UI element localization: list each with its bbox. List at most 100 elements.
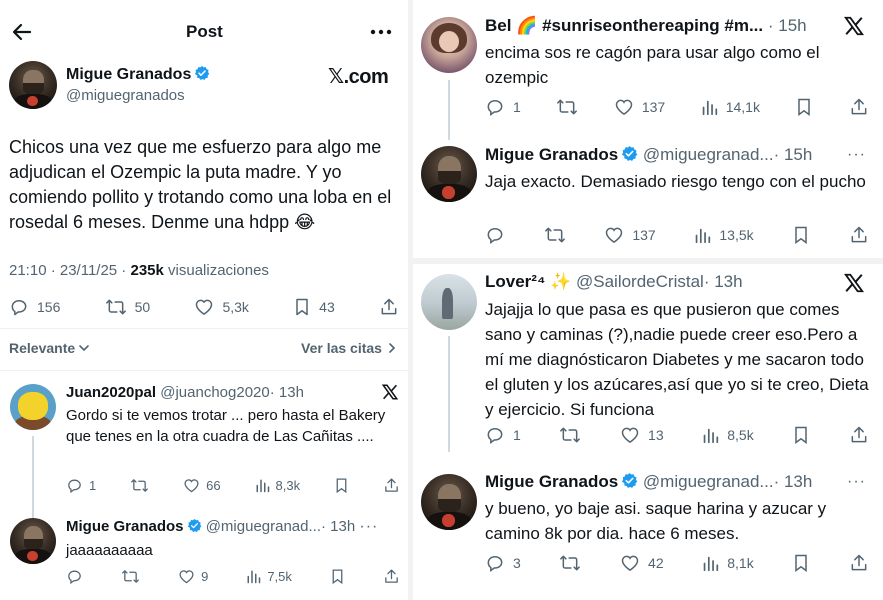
more-icon[interactable]: ··· xyxy=(847,146,866,164)
avatar[interactable] xyxy=(421,17,477,73)
views-button[interactable]: 13,5k xyxy=(694,227,754,244)
view-quotes-label: Ver las citas xyxy=(301,340,382,356)
more-icon[interactable]: ··· xyxy=(847,473,866,491)
reply-time[interactable]: · 15h xyxy=(774,145,813,164)
like-count: 137 xyxy=(632,227,656,243)
like-button[interactable]: 5,3k xyxy=(194,297,249,317)
reply-time[interactable]: · 15h xyxy=(768,16,807,35)
like-button[interactable]: 137 xyxy=(614,97,665,117)
more-icon[interactable]: ··· xyxy=(359,518,378,535)
reply-handle[interactable]: @SailordeCristal xyxy=(576,272,704,291)
post-actions: 156 50 5,3k 43 xyxy=(9,296,399,318)
like-button[interactable]: 137 xyxy=(604,225,656,245)
repost-icon xyxy=(130,477,149,494)
reply-time[interactable]: · 13h xyxy=(270,384,304,401)
reply-time[interactable]: · 13h xyxy=(321,518,355,535)
repost-button[interactable] xyxy=(130,477,149,494)
share-button[interactable] xyxy=(849,553,869,573)
repost-icon xyxy=(556,97,578,117)
bookmark-button[interactable] xyxy=(792,425,810,445)
views-count: 8,1k xyxy=(727,555,754,571)
reply-actions: 137 13,5k xyxy=(485,224,869,246)
reply-handle[interactable]: @miguegranad... xyxy=(206,518,321,535)
avatar[interactable] xyxy=(421,274,477,330)
reply-author[interactable]: Bel 🌈 #sunriseonthereaping #m... xyxy=(485,16,763,35)
view-quotes-link[interactable]: Ver las citas xyxy=(301,340,397,356)
avatar[interactable] xyxy=(10,384,56,430)
author-handle[interactable]: @miguegranados xyxy=(66,87,185,104)
reply-handle[interactable]: @miguegranad... xyxy=(643,472,774,491)
author-name[interactable]: Migue Granados xyxy=(66,66,191,83)
repost-button[interactable]: 50 xyxy=(105,297,150,317)
divider xyxy=(0,370,408,371)
like-button[interactable]: 13 xyxy=(620,425,664,445)
reply-item[interactable]: Juan2020pal @juanchog2020· 13h Gordo si … xyxy=(0,378,408,528)
x-brand-label: 𝕏.com xyxy=(328,66,389,88)
avatar[interactable] xyxy=(421,474,477,530)
repost-button[interactable] xyxy=(556,97,578,117)
reply-author[interactable]: Migue Granados xyxy=(485,472,618,491)
views-button[interactable]: 8,1k xyxy=(702,555,754,572)
repost-button[interactable] xyxy=(544,225,566,245)
reply-button[interactable]: 1 xyxy=(485,97,521,117)
views-count: 8,5k xyxy=(727,427,754,443)
avatar[interactable] xyxy=(10,518,56,564)
views-icon xyxy=(702,555,719,572)
bookmark-button[interactable] xyxy=(792,553,810,573)
reply-icon xyxy=(485,425,505,445)
share-button[interactable] xyxy=(383,477,400,494)
reply-icon xyxy=(9,297,29,317)
like-icon xyxy=(620,425,640,445)
reply-time[interactable]: · 13h xyxy=(774,472,813,491)
reply-handle[interactable]: @juanchog2020 xyxy=(160,384,269,401)
views-count: 13,5k xyxy=(719,227,754,243)
reply-button[interactable]: 156 xyxy=(9,297,60,317)
like-button[interactable]: 66 xyxy=(183,477,221,494)
views-button[interactable]: 7,5k xyxy=(246,569,292,584)
views-icon xyxy=(694,227,711,244)
like-button[interactable]: 9 xyxy=(178,568,208,585)
reply-button[interactable] xyxy=(66,568,83,585)
like-button[interactable]: 42 xyxy=(620,553,664,573)
page-title: Post xyxy=(186,22,223,41)
share-icon xyxy=(379,297,399,317)
share-button[interactable] xyxy=(849,425,869,445)
views-button[interactable]: 8,3k xyxy=(255,478,300,493)
like-count: 137 xyxy=(641,99,666,115)
share-button[interactable] xyxy=(849,97,869,117)
reply-button[interactable]: 3 xyxy=(485,553,521,573)
views-label: visualizaciones xyxy=(163,262,269,279)
bookmark-button[interactable] xyxy=(330,568,345,585)
share-button[interactable] xyxy=(849,225,869,245)
reply-handle[interactable]: @miguegranad... xyxy=(643,145,774,164)
bookmark-icon xyxy=(795,97,813,117)
repost-button[interactable] xyxy=(559,425,581,445)
reply-author[interactable]: Juan2020pal xyxy=(66,384,156,401)
bookmark-button[interactable] xyxy=(334,477,349,494)
bookmark-button[interactable] xyxy=(795,97,813,117)
reply-author[interactable]: Migue Granados xyxy=(66,518,184,535)
avatar[interactable] xyxy=(421,146,477,202)
views-button[interactable]: 8,5k xyxy=(702,427,754,444)
more-icon[interactable] xyxy=(367,20,395,44)
views-button[interactable]: 14,1k xyxy=(701,99,760,116)
back-arrow-icon[interactable] xyxy=(8,18,36,46)
repost-button[interactable] xyxy=(559,553,581,573)
reply-button[interactable]: 1 xyxy=(66,477,96,494)
share-button[interactable] xyxy=(383,568,400,585)
reply-item[interactable]: Migue Granados @miguegranad...· 13h ··· … xyxy=(0,510,408,600)
bookmark-button[interactable]: 43 xyxy=(293,297,335,317)
like-count: 66 xyxy=(206,477,221,493)
repost-button[interactable] xyxy=(121,568,140,585)
reply-button[interactable] xyxy=(485,225,505,245)
bookmark-button[interactable] xyxy=(792,225,810,245)
post-timestamp[interactable]: 21:10 · 23/11/25 · xyxy=(9,262,130,279)
share-button[interactable] xyxy=(379,297,399,317)
reply-button[interactable]: 1 xyxy=(485,425,521,445)
avatar[interactable] xyxy=(9,61,57,109)
reply-author[interactable]: Lover²⁴ ✨ xyxy=(485,272,571,291)
author-line: Migue Granados xyxy=(66,65,210,84)
sort-relevance-dropdown[interactable]: Relevante xyxy=(9,340,90,356)
reply-time[interactable]: · 13h xyxy=(704,272,743,291)
reply-author[interactable]: Migue Granados xyxy=(485,145,618,164)
